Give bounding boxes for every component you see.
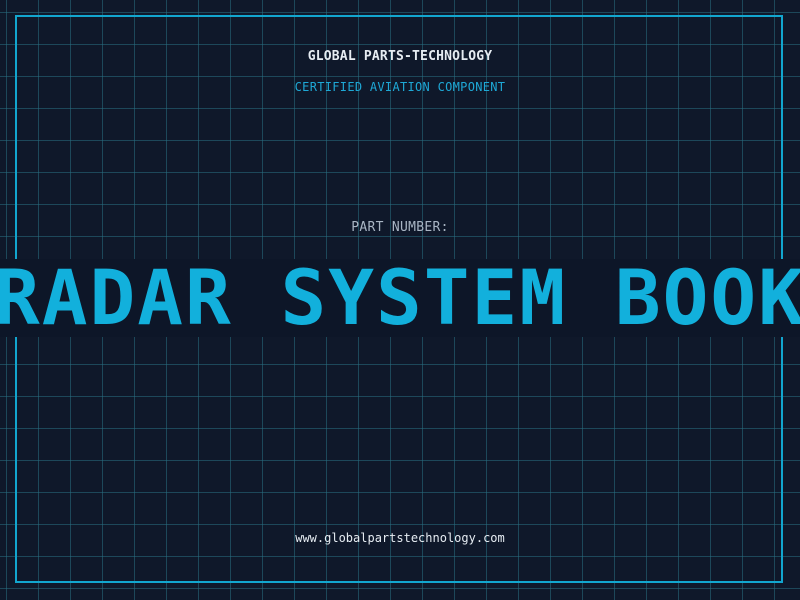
website-url: www.globalpartstechnology.com <box>295 531 505 545</box>
product-label-card: GLOBAL PARTS-TECHNOLOGY CERTIFIED AVIATI… <box>0 0 800 600</box>
part-number-label: PART NUMBER: <box>351 220 449 235</box>
brand-name: GLOBAL PARTS-TECHNOLOGY <box>307 49 493 64</box>
certification-subtitle: CERTIFIED AVIATION COMPONENT <box>294 80 506 94</box>
part-number-banner: RADAR SYSTEM BOOKS <box>0 259 800 337</box>
part-number-value: RADAR SYSTEM BOOKS <box>0 259 800 337</box>
